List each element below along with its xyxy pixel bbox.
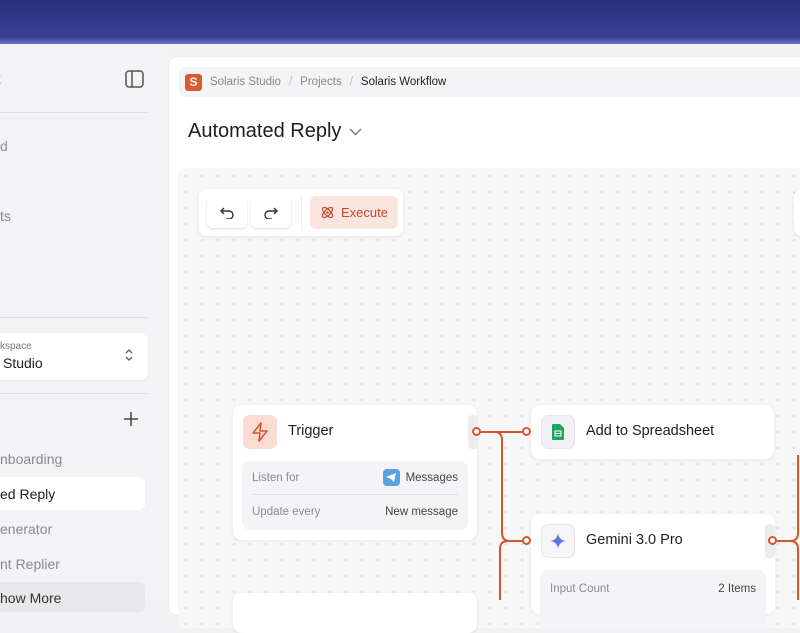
input-port[interactable]	[522, 536, 531, 545]
node-properties: Input Count 2 Items	[540, 570, 766, 630]
input-port[interactable]	[522, 427, 531, 436]
undo-icon	[220, 207, 234, 219]
connection-line	[477, 432, 527, 541]
connection-line	[500, 541, 527, 600]
property-label: Update every	[252, 506, 320, 518]
redo-icon	[264, 207, 278, 219]
gemini-node[interactable]: Gemini 3.0 Pro Input Count 2 Items	[531, 514, 775, 614]
output-port[interactable]	[472, 427, 481, 436]
property-value: Messages	[406, 472, 458, 484]
property-label: Listen for	[252, 472, 299, 484]
google-sheets-icon	[541, 415, 575, 449]
execute-label: Execute	[341, 205, 388, 220]
execute-button[interactable]: Execute	[310, 196, 398, 229]
atom-icon	[320, 205, 335, 220]
property-label: Input Count	[550, 583, 609, 595]
property-value: 2 Items	[718, 583, 756, 595]
spreadsheet-node[interactable]: Add to Spreadsheet	[531, 405, 774, 459]
canvas-toolbar: Execute	[199, 189, 403, 236]
redo-button[interactable]	[251, 197, 291, 228]
node-properties: Listen for Messages Update every New messa…	[242, 461, 468, 530]
canvas-toolbar-right	[794, 189, 800, 236]
workflow-node[interactable]	[233, 593, 477, 633]
node-title: Trigger	[288, 423, 333, 439]
property-value: New message	[385, 506, 458, 518]
toolbar-divider	[301, 196, 302, 230]
lightning-icon	[243, 415, 277, 449]
connection-line	[773, 455, 798, 600]
trigger-node[interactable]: Trigger Listen for Messages Update every N…	[233, 405, 477, 540]
node-title: Gemini 3.0 Pro	[586, 532, 683, 548]
output-port[interactable]	[768, 536, 777, 545]
gemini-icon	[541, 524, 575, 558]
undo-button[interactable]	[207, 197, 247, 228]
telegram-icon	[383, 469, 400, 486]
node-title: Add to Spreadsheet	[586, 423, 714, 439]
